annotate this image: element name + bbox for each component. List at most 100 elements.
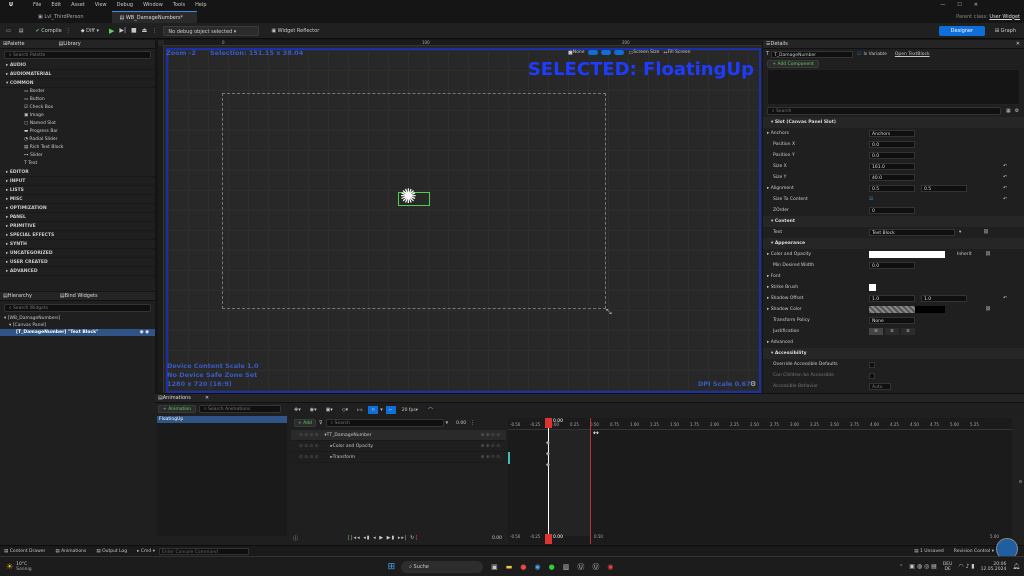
bind-link-icon[interactable]: ⛓ — [985, 304, 991, 315]
menu-item-file[interactable]: File — [28, 0, 46, 10]
track-lock-icon[interactable]: ⊙ ⊙ ⊙ ⊙ — [299, 444, 318, 449]
palette-search-input[interactable]: ⌕ Search Palette — [4, 51, 151, 59]
debug-object-select[interactable]: No debug object selected ▾ — [163, 25, 260, 36]
animations-tab[interactable]: Animations — [163, 394, 191, 403]
tree-row-canvas[interactable]: ▾ [Canvas Panel] — [0, 322, 155, 329]
reset-icon[interactable]: ↶ — [1003, 194, 1007, 205]
add-track-button[interactable]: + Add — [294, 419, 316, 427]
snap-options-icon[interactable]: ▾ — [380, 407, 383, 413]
output-log-button[interactable]: ▤ Output Log — [96, 549, 127, 554]
tab-level[interactable]: ▣ Lvl_ThirdPerson — [30, 11, 92, 23]
track-row-color[interactable]: ⊙ ⊙ ⊙ ⊙ ▸ Color and Opacity ⊕ ⊕ ⊙ ⊙ — [291, 441, 506, 452]
menu-item-view[interactable]: View — [90, 0, 112, 10]
unreal-taskbar-icon[interactable]: Ⓤ — [577, 562, 584, 572]
appearance-section[interactable]: ▾ Appearance — [763, 238, 1024, 249]
curve-editor-icon[interactable]: ⌒ — [428, 407, 433, 414]
close-icon[interactable]: ✕ — [968, 2, 984, 8]
hierarchy-tab[interactable]: Hierarchy — [8, 292, 32, 301]
open-textblock-link[interactable]: Open TextBlock — [895, 52, 930, 57]
palette-category[interactable]: ▸ PANEL — [0, 213, 155, 222]
pos-x-input[interactable]: 0.0 — [869, 141, 915, 148]
prop-advanced[interactable]: ▸ Advanced — [763, 337, 1024, 348]
whatsapp-icon[interactable]: ● — [549, 563, 555, 571]
pos-y-input[interactable]: 0.0 — [869, 152, 915, 159]
track-add-icon[interactable]: ⊕ ⊕ ⊙ ⊙ — [481, 455, 500, 460]
palette-category[interactable]: ▸ LISTS — [0, 186, 155, 195]
shadow-black-swatch[interactable] — [915, 306, 945, 313]
content-drawer-button[interactable]: ▤ Content Drawer — [4, 549, 45, 554]
taskbar-search[interactable]: ⌕ Suche — [401, 560, 484, 573]
toggle-3-icon[interactable] — [614, 50, 625, 55]
animations-status-button[interactable]: ▤ Animations — [55, 549, 86, 554]
palette-item[interactable]: ▤ Rich Text Block — [0, 144, 155, 152]
filter-icon[interactable]: ⊽ — [319, 420, 323, 426]
palette-category[interactable]: ▸ PRIMITIVE — [0, 222, 155, 231]
parent-class-link[interactable]: User Widget — [989, 14, 1020, 20]
revision-control-button[interactable]: Revision Control ▾ — [954, 549, 994, 554]
size-y-input[interactable]: 40.0 — [869, 174, 915, 181]
canvas-resize-handle-icon[interactable]: ⤡ — [606, 308, 612, 317]
palette-item[interactable]: T Text — [0, 160, 155, 168]
tab-widget[interactable]: ▤ WB_DamageNumbers* ✕ — [111, 10, 197, 33]
animations-close-icon[interactable]: ✕ — [205, 394, 209, 403]
palette-category[interactable]: ▸ MISC — [0, 195, 155, 204]
palette-category[interactable]: ▸ SYNTH — [0, 240, 155, 249]
browse-icon[interactable]: ▤ — [19, 28, 24, 34]
track-row-widget[interactable]: ⊙ ⊙ ⊙ ⊙ ▾ T T_DamageNumber ⊕ ⊕ ⊙ ⊙ — [291, 430, 506, 441]
cmd-dropdown[interactable]: ▸ Cmd ▾ — [137, 549, 155, 554]
chrome-icon[interactable]: ● — [520, 563, 526, 571]
bind-link-icon[interactable]: ⛓ — [985, 249, 991, 260]
palette-item[interactable]: ▢ Named Slot — [0, 120, 155, 128]
windows-start-icon[interactable]: ⊞ — [388, 562, 396, 572]
add-animation-button[interactable]: + Animation — [158, 405, 197, 413]
toggle-2-icon[interactable] — [601, 50, 612, 55]
graph-button[interactable]: ⊞ Graph — [991, 26, 1020, 36]
override-checkbox[interactable] — [869, 362, 875, 368]
palette-category[interactable]: ▸ OPTIMIZATION — [0, 204, 155, 213]
weather-widget[interactable]: 10°C Sonnig — [16, 562, 31, 572]
shadow-x-input[interactable]: 1.0 — [869, 295, 915, 302]
tray-icons[interactable]: ▣ ◍ ◎ ▤ — [909, 563, 937, 570]
language-indicator[interactable]: DEU DE — [943, 562, 953, 572]
align-left-icon[interactable]: ≡ — [869, 328, 883, 335]
palette-category[interactable]: ▸ AUDIO — [0, 61, 155, 70]
track-time-field[interactable]: 0.00 — [456, 421, 466, 426]
palette-item[interactable]: ◔ Radial Slider — [0, 136, 155, 144]
hierarchy-search-input[interactable]: ⌕ Search Widgets — [4, 304, 151, 312]
bind-widgets-tab[interactable]: Bind Widgets — [65, 292, 98, 301]
grid-view-icon[interactable]: ▦ — [1006, 108, 1011, 114]
info-icon[interactable]: ⓘ — [293, 535, 298, 542]
fps-dropdown[interactable]: 20 fps — [402, 408, 416, 413]
palette-item[interactable]: ▬ Progress Bar — [0, 128, 155, 136]
slot-section[interactable]: ▾ Slot (Canvas Panel Slot) — [763, 117, 1024, 128]
accessibility-section[interactable]: ▾ Accessibility — [763, 348, 1024, 359]
animations-search-input[interactable]: ⌕ Search Animations — [199, 405, 282, 413]
designer-button[interactable]: Designer — [938, 25, 985, 36]
none-label[interactable]: None — [573, 50, 585, 55]
keyframe-marker[interactable]: ◆ — [546, 462, 550, 468]
camera-icon[interactable]: ▣▾ — [326, 407, 333, 413]
fill-screen-dropdown[interactable]: Fill Screen — [668, 50, 691, 55]
track-add-icon[interactable]: ⊕ ⊕ ⊙ ⊙ — [481, 433, 500, 438]
tray-chevron-icon[interactable]: ⌃ — [899, 564, 903, 570]
play-icon[interactable]: ▶ — [109, 27, 114, 35]
reset-icon[interactable]: ↶ — [1003, 161, 1007, 172]
reset-icon[interactable]: ↶ — [1003, 172, 1007, 183]
record-icon[interactable]: ◉ — [607, 563, 613, 571]
animation-item-floatingup[interactable]: FloatingUp — [157, 416, 287, 423]
shadow-color-swatch[interactable] — [869, 306, 915, 313]
view-options-icon[interactable]: ◉▾ — [310, 407, 317, 413]
palette-item[interactable]: ☑ Check Box — [0, 104, 155, 112]
step-icon[interactable]: ▶| — [119, 27, 126, 34]
library-tab[interactable]: Library — [63, 40, 80, 49]
tree-row-text[interactable]: [T_DamageNumber] "Text Block" ◉ ◉ — [0, 329, 155, 336]
transform-policy-dropdown[interactable]: None — [869, 317, 915, 324]
track-lock-icon[interactable]: ⊙ ⊙ ⊙ ⊙ — [299, 433, 318, 438]
compile-options-icon[interactable]: ⋮ — [66, 28, 71, 34]
timeline-scrollbar[interactable] — [508, 452, 510, 464]
text-value-input[interactable]: Text Block — [869, 229, 955, 236]
track-lock-icon[interactable]: ⊙ ⊙ ⊙ ⊙ — [299, 455, 318, 460]
palette-category[interactable]: ▸ INPUT — [0, 177, 155, 186]
store-icon[interactable]: ▥ — [563, 563, 570, 571]
track-add-icon[interactable]: ⊕ ⊕ ⊙ ⊙ — [481, 444, 500, 449]
